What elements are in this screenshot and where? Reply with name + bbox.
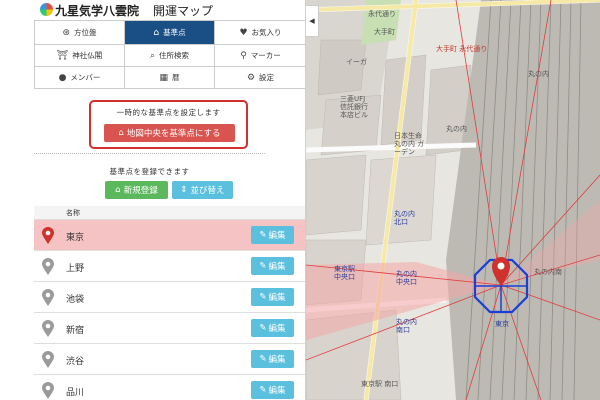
edit-button[interactable]: ✎ 編集 (251, 381, 294, 399)
map-pin-icon (42, 289, 54, 306)
compass-icon: ⊛ (62, 27, 71, 38)
map-label-nihon-seimei: 日本生命 丸の内 ガーデン (394, 132, 425, 156)
map-label-marunouchi-garden: 丸の内 (446, 125, 467, 133)
list-item[interactable]: 東京 ✎ 編集 (34, 220, 305, 251)
new-register-button[interactable]: ⌂ 新規登録 (105, 181, 168, 199)
map-pin-icon (42, 258, 54, 275)
menu-item-address-search[interactable]: ⌕ 住所検索 (125, 45, 215, 67)
map-label-tokyo-station-north: 丸の内 北口 (394, 210, 415, 226)
map-view[interactable]: 永代通り 大手町 大手町 永代通り イーガ 三菱UFJ 信託銀行 本店ビル 日本… (306, 0, 600, 400)
list-item-name: 新宿 (66, 326, 85, 336)
map-pin-icon (42, 227, 54, 244)
list-item-name: 池袋 (66, 295, 85, 305)
side-panel: 九星気学八雲院 開運マップ ⊛ 方位盤 ⌂ 基準点 ♥ お気入り ⛩ 神社仏閣 ⌕ 住所検… (0, 0, 306, 400)
reference-point-list: 名称 東京 ✎ 編集 上野 ✎ 編集 池袋 ✎ 編集 新宿 ✎ 編集 渋谷 ✎ 編集 品川 ✎ 編集 (34, 206, 305, 400)
menu-item-favorites[interactable]: ♥ お気入り (215, 21, 305, 45)
column-header-name: 名称 (34, 206, 305, 220)
calendar-icon: ▦ (159, 72, 168, 83)
gear-icon: ⚙ (246, 72, 256, 83)
map-pin-icon (42, 351, 54, 368)
torii-icon: ⛩ (56, 50, 69, 61)
divider (34, 153, 265, 154)
map-label-eitai: 永代通り (368, 10, 396, 18)
menu-item-reference-point[interactable]: ⌂ 基準点 (125, 21, 215, 45)
list-item[interactable]: 品川 ✎ 編集 (34, 375, 305, 400)
map-label-marunouchi-2: 丸の内 (528, 70, 549, 78)
collapse-panel-button[interactable]: ◀ (306, 5, 319, 37)
user-icon: ● (58, 72, 67, 83)
list-item-name: 渋谷 (66, 357, 85, 367)
temporary-reference-text: 一時的な基準点を設定します (116, 108, 221, 117)
menu-item-members[interactable]: ● メンバー (35, 67, 125, 89)
map-label-mitsubishi: 三菱UFJ 信託銀行 本店ビル (340, 95, 368, 119)
edit-button[interactable]: ✎ 編集 (251, 226, 294, 244)
list-item[interactable]: 池袋 ✎ 編集 (34, 282, 305, 313)
map-label-marunouchi-south: 丸の内 南口 (396, 318, 417, 334)
menu-item-settings[interactable]: ⚙ 設定 (215, 67, 305, 89)
list-item[interactable]: 上野 ✎ 編集 (34, 251, 305, 282)
edit-button[interactable]: ✎ 編集 (251, 350, 294, 368)
menu-item-shrines[interactable]: ⛩ 神社仏閣 (35, 45, 125, 67)
pencil-icon: ✎ (259, 292, 267, 302)
pencil-icon: ✎ (259, 385, 267, 395)
app-title: 開運マップ (153, 4, 214, 18)
map-label-otemachi-station: 大手町 永代通り (436, 45, 488, 53)
map-label-tokyo: 東京 (495, 320, 509, 328)
search-icon: ⌕ (149, 50, 156, 61)
app-header: 九星気学八雲院 開運マップ (0, 0, 305, 20)
marker-icon: ⚲ (240, 50, 247, 61)
pencil-icon: ✎ (259, 354, 267, 364)
map-pin-icon (42, 320, 54, 337)
sort-icon: ⇕ (180, 185, 188, 195)
list-item-name: 品川 (66, 388, 85, 398)
sort-button[interactable]: ⇕ 並び替え (172, 181, 233, 199)
edit-button[interactable]: ✎ 編集 (251, 319, 294, 337)
pencil-icon: ✎ (259, 261, 267, 271)
map-label-marunouchi-central: 丸の内 中央口 (396, 270, 417, 286)
menu-item-calendar[interactable]: ▦ 暦 (125, 67, 215, 89)
list-item-name: 上野 (66, 264, 85, 274)
home-icon: ⌂ (118, 128, 124, 138)
map-label-tokyo-south: 東京駅 南口 (361, 380, 399, 388)
heart-icon: ♥ (239, 27, 248, 38)
logo-icon (40, 3, 53, 16)
menu-item-marker[interactable]: ⚲ マーカー (215, 45, 305, 67)
list-item[interactable]: 新宿 ✎ 編集 (34, 313, 305, 344)
map-label-building-1: イーガ (346, 58, 367, 66)
menu-item-compass[interactable]: ⊛ 方位盤 (35, 21, 125, 45)
brand-name: 九星気学八雲院 (55, 4, 140, 18)
pencil-icon: ✎ (259, 323, 267, 333)
register-text: 基準点を登録できます (109, 167, 190, 176)
temporary-reference-box: 一時的な基準点を設定します ⌂ 地図中央を基準点にする (89, 100, 248, 149)
main-menu: ⊛ 方位盤 ⌂ 基準点 ♥ お気入り ⛩ 神社仏閣 ⌕ 住所検索 ⚲ マーカー ● メンバー … (34, 20, 305, 89)
edit-button[interactable]: ✎ 編集 (251, 288, 294, 306)
edit-button[interactable]: ✎ 編集 (251, 257, 294, 275)
set-map-center-button[interactable]: ⌂ 地図中央を基準点にする (104, 124, 235, 142)
map-label-otemachi: 大手町 (374, 28, 395, 36)
list-item[interactable]: 渋谷 ✎ 編集 (34, 344, 305, 375)
home-icon: ⌂ (115, 185, 121, 195)
map-pin-icon (42, 382, 54, 399)
map-label-tokyo-central: 東京駅 中央口 (334, 265, 355, 281)
home-icon: ⌂ (153, 27, 160, 38)
pencil-icon: ✎ (259, 230, 267, 240)
map-label-marunouchi-south-2: 丸の内南 (534, 268, 562, 276)
list-item-name: 東京 (66, 233, 85, 243)
